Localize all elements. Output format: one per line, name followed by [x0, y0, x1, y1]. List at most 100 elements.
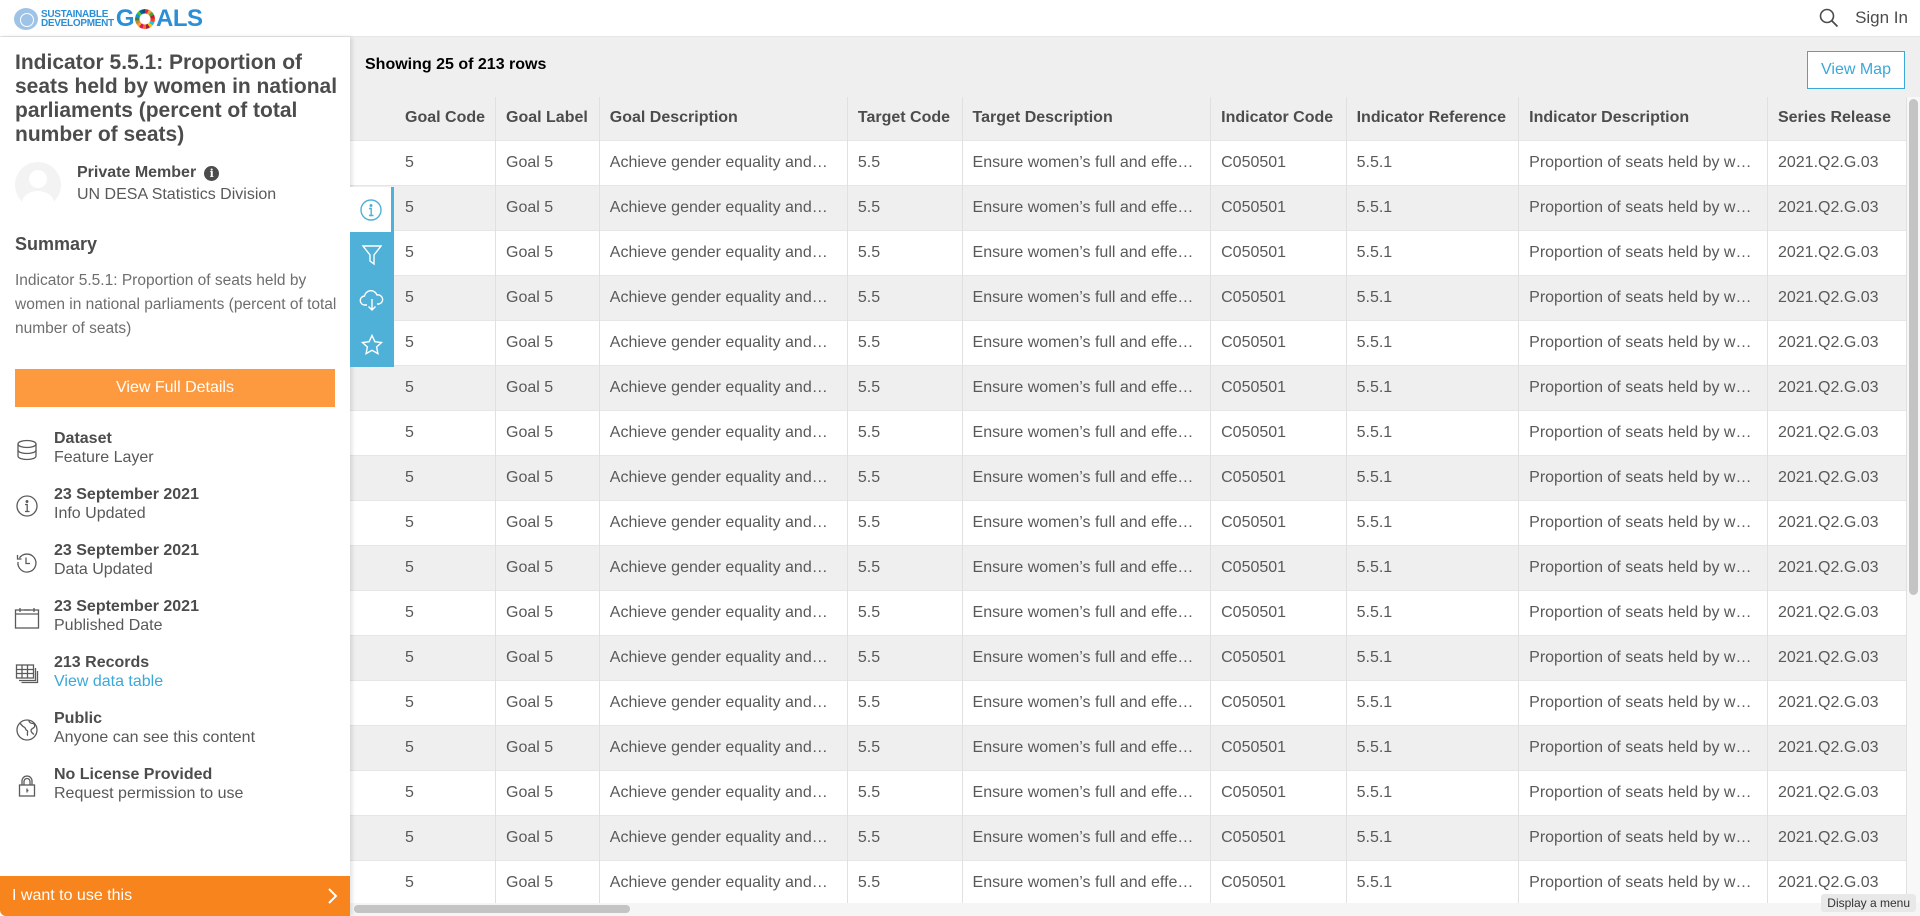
column-header[interactable]: Goal Description: [599, 97, 848, 140]
table-row[interactable]: 5 Goal 5 Achieve gender equality and… 5.5 En…: [350, 769, 1907, 815]
meta-public: Public Anyone can see this content: [12, 709, 342, 765]
table-cell: 5.5: [847, 139, 963, 185]
table-cell: C050501: [1210, 184, 1347, 230]
details-sidebar: Indicator 5.5.1: Proportion of seats hel…: [0, 37, 350, 916]
i-want-to-use-this-button[interactable]: I want to use this: [0, 876, 350, 916]
view-data-table-link[interactable]: View data table: [54, 672, 163, 692]
column-header[interactable]: Goal Label: [495, 97, 600, 140]
table-cell: 5.5.1: [1346, 814, 1520, 860]
table-cell: 2021.Q2.G.03: [1767, 409, 1907, 455]
table-cell: 5: [350, 409, 497, 455]
sdg-logo[interactable]: SUSTAINABLE DEVELOPMENT G ALS: [14, 5, 203, 32]
summary-heading: Summary: [15, 234, 98, 254]
meta-subtitle: Feature Layer: [54, 449, 154, 466]
top-bar: SUSTAINABLE DEVELOPMENT G ALS Sign In: [0, 0, 1920, 37]
table-cell: Proportion of seats held by w…: [1518, 409, 1768, 455]
table-row[interactable]: 5 Goal 5 Achieve gender equality and… 5.5 En…: [350, 859, 1907, 903]
download-tool-button[interactable]: [350, 277, 394, 322]
view-full-details-button[interactable]: View Full Details: [15, 369, 335, 407]
table-row[interactable]: 5 Goal 5 Achieve gender equality and… 5.5 En…: [350, 724, 1907, 770]
table-row[interactable]: 5 Goal 5 Achieve gender equality and… 5.5 En…: [350, 679, 1907, 725]
sign-in-link[interactable]: Sign In: [1855, 8, 1908, 28]
table-row[interactable]: 5 Goal 5 Achieve gender equality and… 5.5 En…: [350, 814, 1907, 860]
owner-name: Private Member: [77, 164, 197, 181]
sdg-wheel-icon: [135, 9, 155, 29]
vertical-scrollbar[interactable]: [1909, 99, 1918, 595]
logo-subtitle: SUSTAINABLE DEVELOPMENT: [41, 10, 114, 29]
column-header[interactable]: Indicator Code: [1210, 97, 1347, 140]
table-cell: 2021.Q2.G.03: [1767, 589, 1907, 635]
table-cell: Goal 5: [495, 814, 600, 860]
favorite-tool-button[interactable]: [350, 322, 394, 367]
table-cell: 2021.Q2.G.03: [1767, 634, 1907, 680]
table-cell: 5.5.1: [1346, 319, 1520, 365]
table-cell: Achieve gender equality and…: [599, 409, 848, 455]
table-cell: C050501: [1210, 814, 1347, 860]
view-map-button[interactable]: View Map: [1807, 51, 1905, 89]
table-cell: Goal 5: [495, 319, 600, 365]
table-row[interactable]: 5 Goal 5 Achieve gender equality and… 5.5 En…: [350, 544, 1907, 590]
column-header[interactable]: Target Code: [847, 97, 963, 140]
table-cell: Achieve gender equality and…: [599, 859, 848, 903]
table-cell: 5.5: [847, 409, 963, 455]
table-cell: Ensure women’s full and effe…: [962, 499, 1212, 545]
table-row[interactable]: 5 Goal 5 Achieve gender equality and… 5.5 En…: [350, 184, 1907, 230]
table-cell: 5: [350, 589, 497, 635]
meta-dataset: Dataset Feature Layer: [12, 429, 342, 485]
column-header[interactable]: Goal Code: [350, 97, 497, 140]
table-row[interactable]: 5 Goal 5 Achieve gender equality and… 5.5 En…: [350, 454, 1907, 500]
meta-data-updated: 23 September 2021 Data Updated: [12, 541, 342, 597]
owner-info-icon[interactable]: i: [204, 165, 220, 181]
summary-text: Indicator 5.5.1: Proportion of seats hel…: [15, 272, 337, 337]
table-cell: 5.5.1: [1346, 544, 1520, 590]
star-icon: [360, 333, 384, 355]
table-cell: Achieve gender equality and…: [599, 679, 848, 725]
table-cell: Ensure women’s full and effe…: [962, 679, 1212, 725]
horizontal-scrollbar[interactable]: [354, 905, 630, 913]
table-row[interactable]: 5 Goal 5 Achieve gender equality and… 5.5 En…: [350, 229, 1907, 275]
table-cell: Achieve gender equality and…: [599, 139, 848, 185]
table-cell: C050501: [1210, 589, 1347, 635]
table-cell: 5.5.1: [1346, 589, 1520, 635]
table-cell: Achieve gender equality and…: [599, 364, 848, 410]
table-row[interactable]: 5 Goal 5 Achieve gender equality and… 5.5 En…: [350, 499, 1907, 545]
search-button[interactable]: [1817, 6, 1841, 30]
table-row[interactable]: 5 Goal 5 Achieve gender equality and… 5.5 En…: [350, 139, 1907, 185]
table-cell: Goal 5: [495, 184, 600, 230]
column-header[interactable]: Indicator Reference: [1346, 97, 1520, 140]
table-cell: Goal 5: [495, 859, 600, 903]
table-cell: C050501: [1210, 544, 1347, 590]
column-header[interactable]: Indicator Description: [1518, 97, 1768, 140]
meta-subtitle: Request permission to use: [54, 785, 244, 802]
table-cell: C050501: [1210, 859, 1347, 903]
table-cell: Achieve gender equality and…: [599, 319, 848, 365]
info-tool-button[interactable]: [350, 187, 394, 232]
table-cell: Proportion of seats held by w…: [1518, 634, 1768, 680]
table-row[interactable]: 5 Goal 5 Achieve gender equality and… 5.5 En…: [350, 589, 1907, 635]
table-cell: Ensure women’s full and effe…: [962, 454, 1212, 500]
column-header[interactable]: Target Description: [962, 97, 1212, 140]
table-cell: C050501: [1210, 229, 1347, 275]
table-cell: Proportion of seats held by w…: [1518, 319, 1768, 365]
table-cell: Goal 5: [495, 769, 600, 815]
filter-tool-button[interactable]: [350, 232, 394, 277]
table-cell: Proportion of seats held by w…: [1518, 814, 1768, 860]
table-row[interactable]: 5 Goal 5 Achieve gender equality and… 5.5 En…: [350, 634, 1907, 680]
table-cell: Proportion of seats held by w…: [1518, 544, 1768, 590]
table-row[interactable]: 5 Goal 5 Achieve gender equality and… 5.5 En…: [350, 409, 1907, 455]
database-icon: [12, 435, 42, 465]
table-cell: 5: [350, 814, 497, 860]
table-cell: 5: [350, 454, 497, 500]
table-cell: 2021.Q2.G.03: [1767, 274, 1907, 320]
tooltip: Display a menu: [1821, 894, 1916, 912]
table-row[interactable]: 5 Goal 5 Achieve gender equality and… 5.5 En…: [350, 319, 1907, 365]
table-cell: 2021.Q2.G.03: [1767, 769, 1907, 815]
table-cell: 5.5.1: [1346, 274, 1520, 320]
table-row[interactable]: 5 Goal 5 Achieve gender equality and… 5.5 En…: [350, 364, 1907, 410]
table-cell: C050501: [1210, 409, 1347, 455]
table-row[interactable]: 5 Goal 5 Achieve gender equality and… 5.5 En…: [350, 274, 1907, 320]
meta-title: Dataset: [54, 430, 112, 447]
table-cell: 5.5: [847, 814, 963, 860]
column-header[interactable]: Series Release: [1767, 97, 1907, 140]
table-cell: C050501: [1210, 724, 1347, 770]
